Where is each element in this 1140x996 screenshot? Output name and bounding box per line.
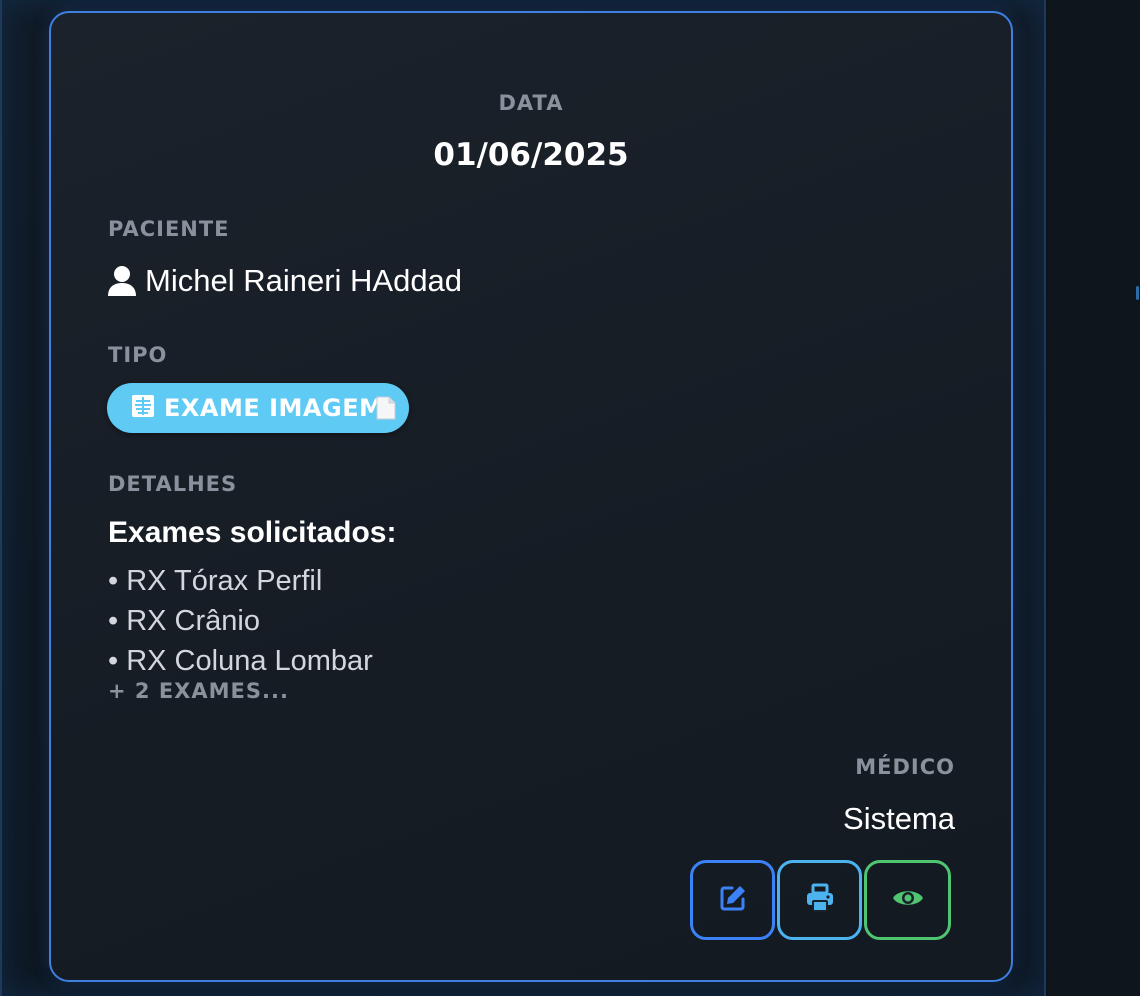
- type-label: TIPO: [108, 343, 168, 367]
- date-value: 01/06/2025: [433, 137, 629, 173]
- list-item: • RX Coluna Lombar: [108, 645, 373, 677]
- details-label: DETALHES: [108, 472, 238, 496]
- patient-name: Michel Raineri HAddad: [145, 263, 463, 298]
- x-ray-icon: [131, 394, 155, 422]
- user-icon: [107, 265, 137, 297]
- patient-row: Michel Raineri HAddad: [107, 263, 462, 299]
- edit-button[interactable]: [690, 860, 775, 940]
- exam-list: • RX Tórax Perfil • RX Crânio • RX Colun…: [108, 561, 373, 681]
- list-item: • RX Crânio: [108, 605, 260, 637]
- edit-icon: [718, 883, 748, 917]
- type-badge: EXAME IMAGEM: [107, 383, 409, 433]
- doctor-label: MÉDICO: [855, 755, 955, 779]
- list-item: • RX Tórax Perfil: [108, 565, 323, 597]
- right-side-panel: [1048, 0, 1140, 996]
- eye-icon: [892, 886, 924, 914]
- type-badge-label: EXAME IMAGEM: [164, 394, 384, 422]
- doctor-name: Sistema: [843, 801, 955, 836]
- print-button[interactable]: [777, 860, 862, 940]
- print-icon: [805, 883, 835, 917]
- view-button[interactable]: [864, 860, 951, 940]
- scroll-indicator: [1136, 286, 1139, 300]
- medical-record-card: DATA 01/06/2025 PACIENTE Michel Raineri …: [49, 11, 1013, 982]
- date-label: DATA: [498, 91, 564, 115]
- patient-label: PACIENTE: [108, 217, 230, 241]
- document-icon: [375, 396, 397, 424]
- details-title: Exames solicitados:: [108, 516, 397, 549]
- more-exams-link[interactable]: + 2 EXAMES...: [108, 679, 289, 703]
